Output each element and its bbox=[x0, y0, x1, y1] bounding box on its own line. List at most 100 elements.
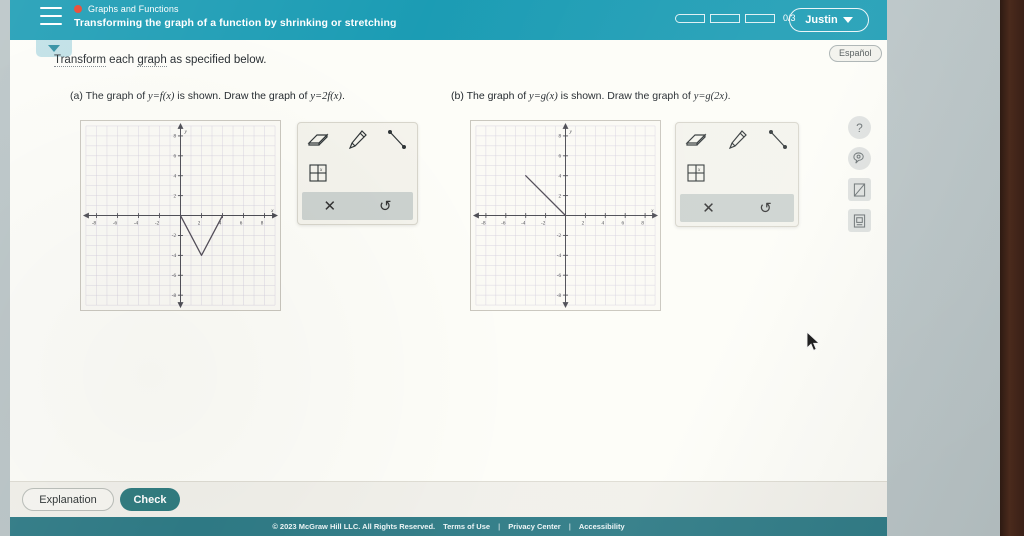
lesson-title: Transforming the graph of a function by … bbox=[74, 17, 397, 29]
svg-text:-8: -8 bbox=[481, 220, 486, 226]
svg-text:6: 6 bbox=[173, 154, 176, 160]
chevron-down-icon bbox=[48, 45, 60, 52]
progress-segment bbox=[675, 13, 705, 23]
part-a-text-2: is shown. Draw the graph of bbox=[174, 90, 311, 102]
part-b-prompt: (b) The graph of y=g(x) is shown. Draw t… bbox=[451, 90, 731, 102]
graph-a-svg: -8 -6 -4 -2 2 4 6 88642-2-4-6-8xy bbox=[82, 122, 279, 309]
part-a-marker: (a) bbox=[70, 90, 83, 102]
part-b-fn-draw: y=g(2x) bbox=[693, 91, 728, 102]
svg-text:6: 6 bbox=[558, 154, 561, 160]
svg-text:8: 8 bbox=[261, 220, 264, 226]
part-b-marker: (b) bbox=[451, 90, 464, 102]
footer-separator: | bbox=[498, 522, 501, 531]
chevron-down-icon bbox=[842, 17, 853, 23]
app-window: Graphs and Functions Transforming the gr… bbox=[10, 0, 887, 536]
progress-segment bbox=[710, 13, 740, 23]
line-segment-icon[interactable] bbox=[382, 127, 412, 153]
mouse-cursor bbox=[806, 331, 821, 352]
help-icon[interactable]: ? bbox=[848, 116, 871, 139]
svg-text:-4: -4 bbox=[557, 253, 562, 259]
privacy-center-link[interactable]: Privacy Center bbox=[508, 522, 561, 531]
user-name-label: Justin bbox=[805, 14, 838, 26]
drawing-toolbar-a: x ✕ ↺ bbox=[297, 122, 418, 225]
clear-icon[interactable]: ✕ bbox=[689, 199, 729, 217]
hamburger-icon[interactable] bbox=[40, 7, 62, 25]
part-b-fn-shown: y=g(x) bbox=[529, 91, 558, 102]
calculator-icon[interactable] bbox=[848, 178, 871, 201]
svg-text:-8: -8 bbox=[92, 220, 97, 226]
svg-text:-6: -6 bbox=[113, 220, 118, 226]
progress-segment bbox=[745, 13, 775, 23]
user-menu-button[interactable]: Justin bbox=[789, 8, 869, 32]
graph-canvas-a[interactable]: -8 -6 -4 -2 2 4 6 8 8 6 4 2 -2 -4 -6 -8 x y bbox=[80, 120, 281, 311]
svg-text:y: y bbox=[568, 129, 572, 135]
svg-text:x: x bbox=[697, 168, 701, 173]
reference-icon[interactable] bbox=[848, 209, 871, 232]
part-b-text-1: The graph of bbox=[466, 90, 530, 102]
part-a-text-1: The graph of bbox=[85, 90, 149, 102]
graph-canvas-b[interactable]: -8 -6 -4 -2 2 4 6 8 8 6 4 2 -2 -4 -6 -8 x y bbox=[470, 120, 661, 311]
svg-text:2: 2 bbox=[558, 193, 561, 199]
svg-text:-2: -2 bbox=[172, 233, 177, 239]
help-rail: ? bbox=[848, 116, 871, 232]
svg-text:x: x bbox=[650, 208, 654, 214]
language-toggle-button[interactable]: Español bbox=[829, 45, 882, 62]
screen-photo: Graphs and Functions Transforming the gr… bbox=[0, 0, 1000, 536]
instruction-mid: each bbox=[105, 54, 138, 66]
graph-grid-icon[interactable]: x bbox=[681, 160, 711, 186]
ask-tutor-icon[interactable] bbox=[848, 147, 871, 170]
action-bar: Explanation Check bbox=[10, 481, 887, 517]
svg-text:2: 2 bbox=[198, 220, 201, 226]
svg-text:-6: -6 bbox=[557, 273, 562, 279]
undo-icon[interactable]: ↺ bbox=[365, 197, 405, 215]
instruction-text: Transform each graph as specified below. bbox=[54, 54, 266, 67]
clear-icon[interactable]: ✕ bbox=[310, 197, 350, 215]
eraser-icon[interactable] bbox=[681, 127, 711, 153]
svg-text:8: 8 bbox=[558, 134, 561, 140]
svg-text:-6: -6 bbox=[501, 220, 506, 226]
part-a-fn-draw: y=2f(x) bbox=[310, 91, 342, 102]
progress-bar: 0/3 bbox=[675, 13, 796, 23]
svg-text:4: 4 bbox=[173, 174, 176, 180]
part-a-text-3: . bbox=[341, 90, 345, 102]
svg-text:-2: -2 bbox=[557, 233, 562, 239]
svg-text:-8: -8 bbox=[172, 293, 177, 299]
site-footer: © 2023 McGraw Hill LLC. All Rights Reser… bbox=[10, 517, 887, 536]
svg-text:4: 4 bbox=[602, 220, 605, 226]
svg-text:6: 6 bbox=[621, 220, 624, 226]
footer-separator: | bbox=[568, 522, 571, 531]
svg-text:x: x bbox=[319, 168, 323, 173]
accessibility-link[interactable]: Accessibility bbox=[579, 522, 625, 531]
explanation-button[interactable]: Explanation bbox=[22, 488, 114, 511]
desk-edge bbox=[1000, 0, 1024, 536]
svg-text:-4: -4 bbox=[521, 220, 526, 226]
svg-text:8: 8 bbox=[173, 134, 176, 140]
eraser-icon[interactable] bbox=[303, 127, 333, 153]
part-a-prompt: (a) The graph of y=f(x) is shown. Draw t… bbox=[70, 90, 345, 102]
pencil-icon[interactable] bbox=[722, 127, 752, 153]
pencil-icon[interactable] bbox=[342, 127, 372, 153]
check-button[interactable]: Check bbox=[120, 488, 180, 511]
svg-text:2: 2 bbox=[582, 220, 585, 226]
graph-b-svg: -8 -6 -4 -2 2 4 6 8 8 6 4 2 -2 -4 -6 -8 x y bbox=[472, 122, 659, 309]
svg-text:-8: -8 bbox=[557, 293, 562, 299]
topic-dot-icon bbox=[74, 5, 82, 13]
svg-text:y: y bbox=[183, 129, 187, 135]
undo-icon[interactable]: ↺ bbox=[746, 199, 786, 217]
part-b-text-3: . bbox=[727, 90, 731, 102]
svg-text:-4: -4 bbox=[172, 253, 177, 259]
part-a-fn-shown: y=f(x) bbox=[148, 91, 175, 102]
graph-grid-icon[interactable]: x bbox=[303, 160, 333, 186]
app-header: Graphs and Functions Transforming the gr… bbox=[10, 0, 887, 40]
instruction-term-graph[interactable]: graph bbox=[137, 54, 167, 67]
svg-text:-2: -2 bbox=[541, 220, 546, 226]
svg-text:-2: -2 bbox=[155, 220, 160, 226]
svg-text:4: 4 bbox=[558, 173, 561, 179]
drawing-toolbar-b: x ✕ ↺ bbox=[675, 122, 799, 227]
topic-label: Graphs and Functions bbox=[88, 4, 179, 14]
copyright-text: © 2023 McGraw Hill LLC. All Rights Reser… bbox=[272, 522, 436, 531]
topic-row: Graphs and Functions bbox=[74, 4, 179, 14]
line-segment-icon[interactable] bbox=[763, 127, 793, 153]
terms-of-use-link[interactable]: Terms of Use bbox=[443, 522, 490, 531]
instruction-term-transform[interactable]: Transform bbox=[54, 54, 106, 67]
